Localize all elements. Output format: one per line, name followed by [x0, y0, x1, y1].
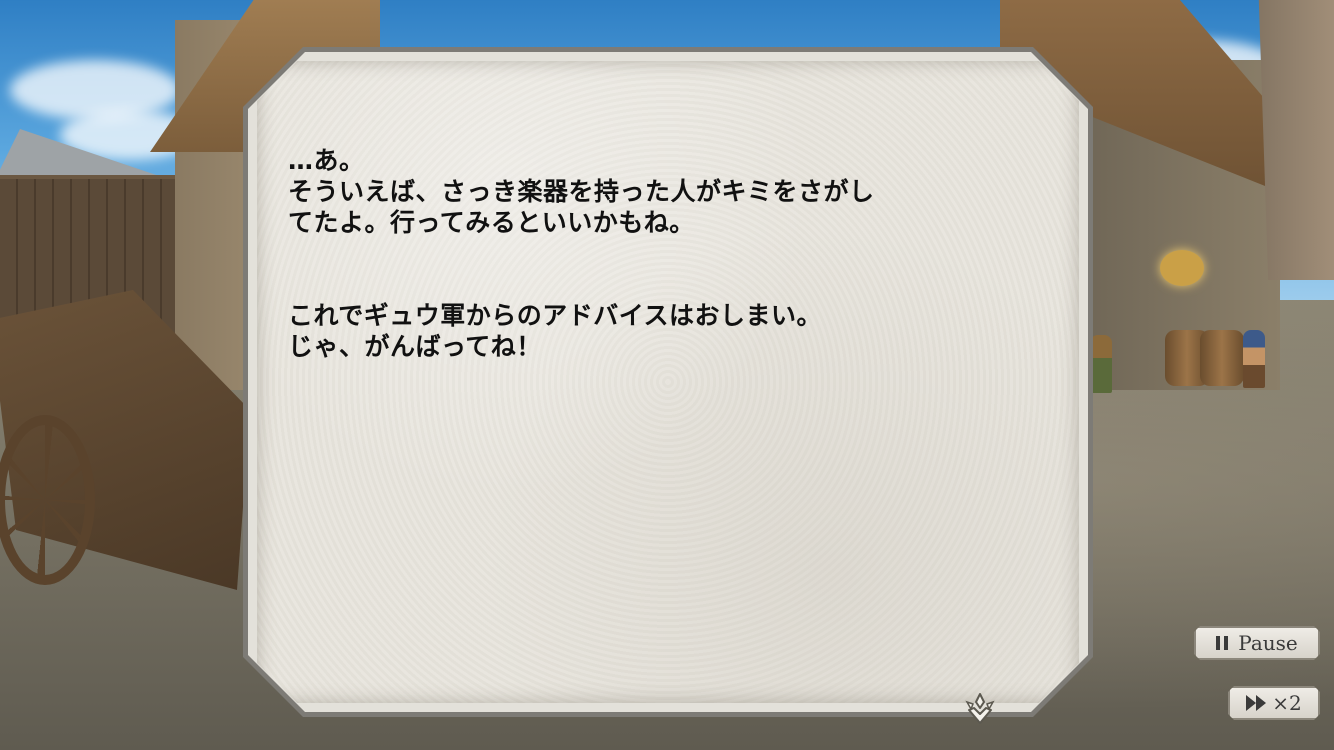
dialog-paragraph-2: これでギュウ軍からのアドバイスはおしまい。 じゃ、がんばってね！ — [288, 301, 823, 361]
fast-forward-button[interactable]: ×2 — [1228, 686, 1320, 720]
fast-forward-icon — [1246, 695, 1266, 711]
barrel — [1200, 330, 1244, 386]
npc-character — [1090, 335, 1112, 393]
dialog-paragraph-1: …あ。 そういえば、さっき楽器を持った人がキミをさがし てたよ。行ってみるといい… — [288, 146, 875, 237]
pause-icon — [1216, 636, 1228, 650]
shop-sign — [1160, 250, 1204, 286]
dialog-text: …あ。 そういえば、さっき楽器を持った人がキミをさがし てたよ。行ってみるといい… — [288, 145, 1068, 362]
npc-character — [1243, 330, 1265, 388]
pause-button[interactable]: Pause — [1194, 626, 1320, 660]
pause-button-label: Pause — [1238, 631, 1298, 655]
advance-arrow-icon[interactable] — [962, 690, 998, 726]
dialog-panel[interactable]: …あ。 そういえば、さっき楽器を持った人がキミをさがし てたよ。行ってみるといい… — [243, 47, 1093, 717]
speed-label: ×2 — [1272, 691, 1302, 715]
